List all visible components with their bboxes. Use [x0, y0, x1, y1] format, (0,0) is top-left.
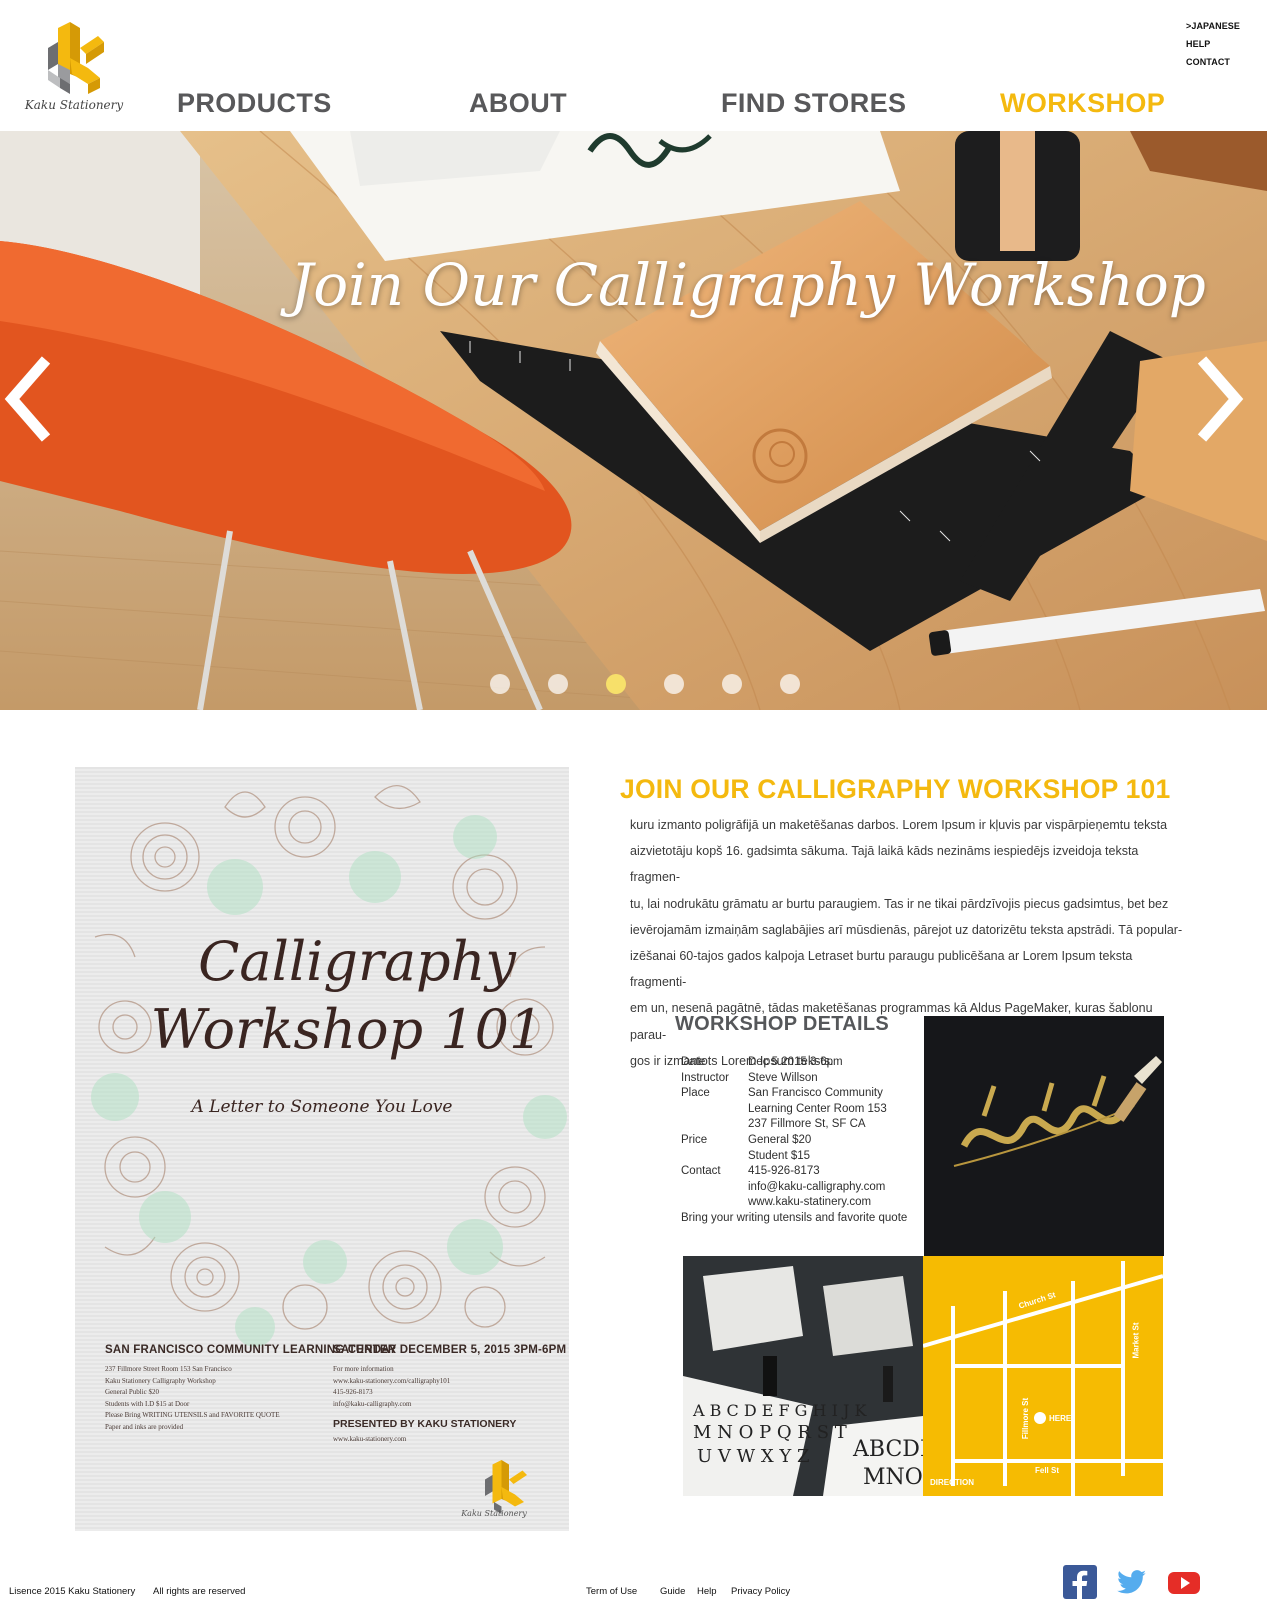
- details-label: Instructor: [681, 1071, 729, 1084]
- brand-name: Kaku Stationery: [24, 98, 124, 112]
- article-line: ievērojamām izmaiņām saglabājies arī mūs…: [630, 922, 1183, 937]
- details-value: Learning Center Room 153: [748, 1102, 887, 1115]
- details-value: Dec 5 2015 3-6pm: [748, 1056, 843, 1068]
- svg-text:A B C D E F G H I J K: A B C D E F G H I J K: [692, 1401, 867, 1420]
- chevron-right-icon: [1197, 356, 1244, 442]
- poster-date-heading: SATURDAY DECEMBER 5, 2015 3PM-6PM: [333, 1344, 567, 1356]
- poster-info-line: www.kaku-stationery.com/calligraphy101: [333, 1376, 451, 1385]
- poster-subtitle: A Letter to Someone You Love: [191, 1097, 453, 1117]
- footer-link-privacy[interactable]: Privacy Policy: [731, 1586, 790, 1597]
- details-value: 237 Fillmore St, SF CA: [748, 1118, 866, 1131]
- workshop-poster: Calligraphy Workshop 101 A Letter to Som…: [75, 767, 569, 1531]
- poster-presented-url: www.kaku-stationery.com: [333, 1435, 407, 1443]
- poster-info-line: 415-926-8173: [333, 1388, 373, 1396]
- poster-info-line: For more information: [333, 1365, 394, 1373]
- details-row-instructor: Instructor Steve Willson: [681, 1071, 921, 1087]
- calligraphy-art: [924, 1016, 1164, 1256]
- class-art: A B C D E F G H I J K M N O P Q R S T U …: [683, 1256, 923, 1496]
- youtube-button[interactable]: [1167, 1565, 1201, 1599]
- brand-logo[interactable]: Kaku Stationery: [18, 18, 130, 122]
- nav-find-stores[interactable]: FIND STORES: [721, 86, 906, 120]
- details-label: Contact: [681, 1165, 721, 1178]
- footer-link-terms[interactable]: Term of Use: [586, 1586, 637, 1597]
- details-email-link[interactable]: info@kaku-calligraphy.com: [748, 1180, 885, 1196]
- utility-links: >JAPANESE HELP CONTACT: [1186, 17, 1240, 71]
- facebook-icon: [1063, 1565, 1097, 1599]
- carousel-dot-4[interactable]: [664, 674, 684, 694]
- link-help[interactable]: HELP: [1186, 35, 1240, 53]
- carousel-dot-6[interactable]: [780, 674, 800, 694]
- poster-title-line1: Calligraphy: [198, 930, 516, 993]
- hero-title: Join Our Calligraphy Workshop: [290, 251, 1206, 319]
- details-label: Place: [681, 1087, 710, 1100]
- poster-info-line: info@kaku-calligraphy.com: [333, 1399, 412, 1408]
- svg-text:U V W X Y Z: U V W X Y Z: [697, 1446, 809, 1467]
- article-line: tu, lai nodrukātu grāmatu ar burtu parau…: [630, 896, 1169, 911]
- svg-text:M N O P Q R S T: M N O P Q R S T: [693, 1422, 847, 1443]
- poster-date-block: SATURDAY DECEMBER 5, 2015 3PM-6PM For mo…: [333, 1344, 566, 1446]
- carousel-dot-1[interactable]: [490, 674, 510, 694]
- details-value: Student $15: [748, 1149, 811, 1162]
- youtube-icon: [1168, 1572, 1200, 1594]
- hero-photo: [0, 131, 1267, 710]
- map-direction-label[interactable]: DIRECTION: [930, 1478, 974, 1487]
- poster-k-logo-icon: [485, 1460, 527, 1514]
- details-row-place: Place San Francisco Community Learning C…: [681, 1086, 921, 1133]
- footer-link-guide[interactable]: Guide: [660, 1586, 685, 1597]
- map-street-market: Market St: [1131, 1322, 1141, 1359]
- article-line: izēšanai 60-tajos gados kalpoja Letraset…: [630, 949, 1133, 990]
- carousel-prev-button[interactable]: [0, 354, 60, 444]
- details-label: Date: [681, 1056, 706, 1068]
- nav-about[interactable]: ABOUT: [469, 86, 567, 120]
- workshop-details-list: Date Dec 5 2015 3-6pm Instructor Steve W…: [681, 1055, 921, 1227]
- carousel-dot-2[interactable]: [548, 674, 568, 694]
- details-note: Bring your writing utensils and favorite…: [681, 1211, 908, 1224]
- poster-title: Calligraphy Workshop 101: [75, 927, 569, 1063]
- k-cube-logo-icon: [48, 22, 104, 94]
- details-label: Price: [681, 1133, 708, 1146]
- direction-map[interactable]: Church St Market St Fillmore St Fell St …: [923, 1256, 1163, 1496]
- details-value: San Francisco Community: [748, 1087, 883, 1100]
- map-here-label: HERE: [1049, 1414, 1072, 1423]
- svg-text:MNO: MNO: [863, 1465, 923, 1490]
- chevron-left-icon: [4, 356, 51, 442]
- nav-workshop[interactable]: WORKSHOP: [1000, 86, 1165, 120]
- carousel-dot-3[interactable]: [606, 674, 626, 694]
- map-streets: [923, 1256, 1163, 1496]
- twitter-icon: [1117, 1570, 1146, 1594]
- nav-products[interactable]: PRODUCTS: [177, 86, 332, 120]
- article-line: aizvietotāju kopš 16. gadsimta sākuma. T…: [630, 844, 1139, 885]
- details-phone: 415-926-8173: [748, 1165, 820, 1178]
- poster-title-line2: Workshop 101: [150, 998, 544, 1061]
- footer-licence: Lisence 2015 Kaku Stationery: [9, 1586, 136, 1597]
- carousel-next-button[interactable]: [1188, 354, 1248, 444]
- details-value: Steve Willson: [748, 1071, 818, 1084]
- calligraphy-photo: [924, 1016, 1164, 1256]
- footer-link-help[interactable]: Help: [697, 1586, 717, 1597]
- details-title: WORKSHOP DETAILS: [675, 1013, 890, 1035]
- details-row-contact: Contact 415-926-8173 info@kaku-calligrap…: [681, 1164, 921, 1211]
- details-website-link[interactable]: www.kaku-statinery.com: [748, 1195, 885, 1211]
- details-value: General $20: [748, 1133, 812, 1146]
- carousel-dot-5[interactable]: [722, 674, 742, 694]
- poster-presented-by: PRESENTED BY KAKU STATIONERY: [333, 1418, 517, 1430]
- link-contact[interactable]: CONTACT: [1186, 53, 1240, 71]
- article-line: kuru izmanto poligrāfijā un maketēšanas …: [630, 818, 1168, 832]
- facebook-button[interactable]: [1063, 1565, 1097, 1599]
- svg-text:ABCDE: ABCDE: [852, 1437, 923, 1462]
- details-row-date: Date Dec 5 2015 3-6pm: [681, 1055, 921, 1071]
- map-street-fillmore: Fillmore St: [1021, 1397, 1031, 1440]
- map-street-fell: Fell St: [1035, 1466, 1060, 1475]
- link-japanese[interactable]: >JAPANESE: [1186, 17, 1240, 35]
- class-photo: A B C D E F G H I J K M N O P Q R S T U …: [683, 1256, 923, 1496]
- article-title: JOIN OUR CALLIGRAPHY WORKSHOP 101: [620, 774, 1171, 804]
- footer-rights: All rights are reserved: [153, 1586, 246, 1597]
- details-row-price: Price General $20 Student $15: [681, 1133, 921, 1164]
- twitter-button[interactable]: [1115, 1565, 1149, 1599]
- hero-carousel: Join Our Calligraphy Workshop: [0, 131, 1267, 710]
- poster-logo-text: Kaku Stationery: [461, 1509, 527, 1518]
